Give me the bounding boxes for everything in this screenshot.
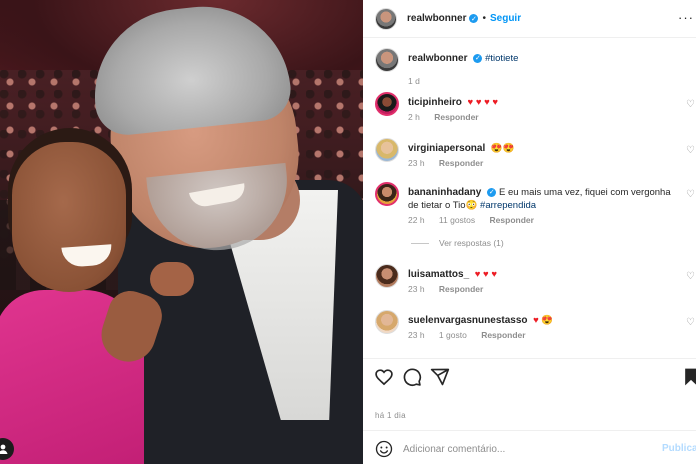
add-comment-bar: Publicar xyxy=(363,430,696,464)
more-options-icon[interactable]: ··· xyxy=(678,10,694,25)
post-side-panel: realwbonner ✓ • Seguir ··· realwbonner ✓ … xyxy=(363,0,696,464)
follow-button[interactable]: Seguir xyxy=(490,13,521,24)
post-author-username[interactable]: realwbonner xyxy=(407,13,466,24)
comment-time: 2 h xyxy=(408,112,420,122)
reply-button[interactable]: Responder xyxy=(490,215,534,225)
comment-time: 23 h xyxy=(408,330,425,340)
avatar[interactable] xyxy=(375,48,399,72)
post-photo[interactable] xyxy=(0,0,363,464)
hand-on-shoulder xyxy=(150,262,194,296)
comment-hashtag[interactable]: #arrependida xyxy=(480,200,536,211)
view-replies-label[interactable]: Ver respostas (1) xyxy=(439,238,504,248)
comment-time: 23 h xyxy=(408,284,425,294)
woman-face xyxy=(12,142,126,292)
comment-like-heart-icon[interactable]: ♡ xyxy=(686,272,696,282)
verified-badge-icon: ✓ xyxy=(473,53,483,63)
comment-emoji: 😍😍 xyxy=(490,143,515,154)
caption-time[interactable]: 1 d xyxy=(408,76,420,86)
post-actions-bar xyxy=(363,358,696,396)
comment-username[interactable]: bananinhadany xyxy=(408,187,481,198)
comment-username[interactable]: virginiapersonal xyxy=(408,143,485,154)
verified-badge-icon: ✓ xyxy=(487,187,497,197)
comment-icon[interactable] xyxy=(402,367,422,387)
comment-meta: 22 h 11 gostos Responder xyxy=(408,215,546,225)
smiley-icon[interactable] xyxy=(375,440,393,458)
comment-emoji: ♥ 😍 xyxy=(533,315,554,326)
publish-button[interactable]: Publicar xyxy=(662,443,696,454)
avatar[interactable] xyxy=(375,92,399,116)
comment-emoji: 😳 xyxy=(465,200,478,211)
comment-like-heart-icon[interactable]: ♡ xyxy=(686,318,696,328)
comment-meta: 23 h Responder xyxy=(408,284,495,294)
reply-button[interactable]: Responder xyxy=(481,330,525,340)
separator-dot: • xyxy=(482,13,486,24)
divider xyxy=(411,242,429,244)
comment-meta: 23 h 1 gosto Responder xyxy=(408,330,538,340)
avatar[interactable] xyxy=(375,264,399,288)
post-header: realwbonner ✓ • Seguir ··· xyxy=(363,0,696,38)
comment-username[interactable]: ticipinheiro xyxy=(408,97,462,108)
heart-icon[interactable] xyxy=(374,367,394,387)
caption-text: realwbonner ✓ #tiotiete xyxy=(408,52,678,65)
bookmark-icon[interactable] xyxy=(681,367,696,387)
comment-text: suelenvargasnunestasso ♥ 😍 xyxy=(408,314,678,327)
comment-text: luisamattos_ ♥ ♥ ♥ xyxy=(408,268,678,281)
avatar[interactable] xyxy=(375,138,399,162)
comment-like-heart-icon[interactable]: ♡ xyxy=(686,190,696,200)
comment-likes[interactable]: 1 gosto xyxy=(439,330,467,340)
caption-username[interactable]: realwbonner xyxy=(408,53,467,64)
reply-button[interactable]: Responder xyxy=(434,112,478,122)
comment-text: virginiapersonal 😍😍 xyxy=(408,142,678,155)
comment-text: bananinhadany ✓ E eu mais uma vez, fiquei… xyxy=(408,186,678,212)
comment-username[interactable]: luisamattos_ xyxy=(408,269,469,280)
comment-meta: 2 h Responder xyxy=(408,112,491,122)
comment-time: 22 h xyxy=(408,215,425,225)
comment-meta: 23 h Responder xyxy=(408,158,495,168)
comment-like-heart-icon[interactable]: ♡ xyxy=(686,100,696,110)
avatar[interactable] xyxy=(375,310,399,334)
reply-button[interactable]: Responder xyxy=(439,284,483,294)
comment-time: 23 h xyxy=(408,158,425,168)
reply-button[interactable]: Responder xyxy=(439,158,483,168)
comment-input[interactable] xyxy=(403,439,653,459)
verified-badge-icon: ✓ xyxy=(469,14,479,23)
comment-emoji: ♥ ♥ ♥ xyxy=(474,269,497,280)
share-icon[interactable] xyxy=(430,367,450,387)
view-replies-button[interactable]: Ver respostas (1) xyxy=(411,238,504,248)
comment-emoji: ♥ ♥ ♥ ♥ xyxy=(467,97,499,108)
avatar[interactable] xyxy=(375,182,399,206)
comment-likes[interactable]: 11 gostos xyxy=(439,215,475,225)
caption-meta: 1 d xyxy=(408,76,432,86)
post-date[interactable]: há 1 dia xyxy=(375,411,406,420)
comments-list[interactable]: realwbonner ✓ #tiotiete 1 d ticipinheiro … xyxy=(363,38,696,356)
caption-hashtag[interactable]: #tiotiete xyxy=(485,53,518,64)
comment-username[interactable]: suelenvargasnunestasso xyxy=(408,315,528,326)
avatar[interactable] xyxy=(375,7,397,30)
comment-text: ticipinheiro ♥ ♥ ♥ ♥ xyxy=(408,96,678,109)
comment-like-heart-icon[interactable]: ♡ xyxy=(686,146,696,156)
